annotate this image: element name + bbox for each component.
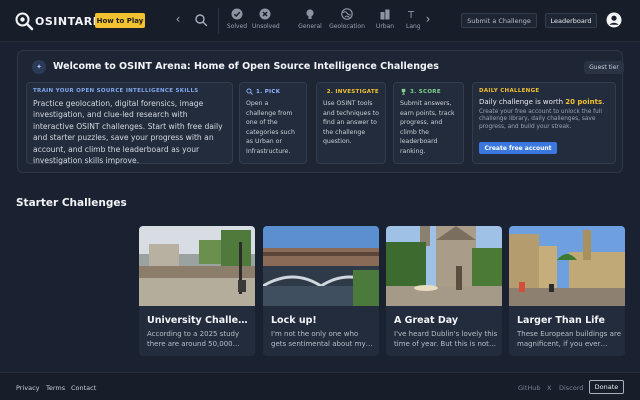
footer: Privacy Terms Contact GitHub X Discord D…: [0, 372, 640, 400]
welcome-title: Welcome to OSINT Arena: Home of Open Sou…: [53, 61, 439, 72]
buildings-icon: [380, 9, 390, 20]
x-link[interactable]: X: [547, 384, 551, 392]
step-body: Open a challenge from one of the categor…: [246, 100, 295, 155]
step-body: Submit answers, earn points, track progr…: [400, 100, 455, 155]
welcome-panel: ✦ Welcome to OSINT Arena: Home of Open S…: [17, 50, 624, 173]
step-heading: 3. SCORE: [400, 88, 457, 95]
step-heading-text: 1. PICK: [256, 88, 281, 95]
train-heading: TRAIN YOUR OPEN SOURCE INTELLIGENCE SKIL…: [33, 88, 199, 94]
step-heading-text: 3. SCORE: [410, 88, 441, 95]
challenge-title: Lock up!: [271, 315, 317, 326]
daily-points-text: Daily challenge is worth 20 points.: [479, 98, 605, 106]
trophy-icon: [401, 88, 406, 95]
challenge-card-university[interactable]: University Challenge According to a 2025…: [139, 226, 255, 356]
search-icon: [246, 88, 253, 95]
top-navigation: OSINTARENA How to Play ‹ Solved Unsolved…: [0, 0, 640, 42]
step-pick-card: 1. PICK Open a challenge from one of the…: [239, 82, 307, 164]
challenge-card-larger-than-life[interactable]: Larger Than Life These European building…: [509, 226, 625, 356]
submit-challenge-button[interactable]: Submit a Challenge: [461, 13, 537, 28]
check-circle-icon: [231, 8, 243, 20]
contact-link[interactable]: Contact: [71, 384, 96, 392]
challenge-description: These European buildings are magnificent…: [517, 330, 621, 348]
challenge-title: A Great Day: [394, 315, 459, 326]
step-score-card: 3. SCORE Submit answers, earn points, tr…: [393, 82, 464, 164]
step-heading: 2. INVESTIGATE: [323, 88, 379, 95]
filter-label: Urban: [375, 23, 395, 30]
daily-heading: DAILY CHALLENGE: [479, 88, 540, 94]
search-icon[interactable]: [194, 13, 208, 27]
guest-tier-badge: Guest tier: [584, 61, 624, 74]
train-card: TRAIN YOUR OPEN SOURCE INTELLIGENCE SKIL…: [26, 82, 233, 166]
challenge-description: I've heard Dublin's lovely this time of …: [394, 330, 498, 348]
step-heading: 1. PICK: [246, 88, 300, 95]
leaderboard-button[interactable]: Leaderboard: [545, 13, 597, 28]
starter-challenges-heading: Starter Challenges: [16, 197, 127, 209]
user-account-icon[interactable]: [606, 12, 622, 28]
challenge-thumbnail: [139, 226, 255, 306]
bulb-icon: [323, 91, 324, 92]
step-body: Use OSINT tools and techniques to find a…: [323, 100, 379, 145]
magnifier-logo-icon: [15, 12, 34, 31]
filter-label: Lang: [406, 23, 420, 30]
donate-button[interactable]: Donate: [589, 380, 624, 394]
filter-solved[interactable]: Solved: [226, 8, 248, 34]
bulb-icon: [306, 9, 314, 19]
discord-link[interactable]: Discord: [559, 384, 583, 392]
svg-text:T: T: [407, 10, 415, 20]
challenge-title: University Challenge: [147, 315, 251, 326]
challenge-thumbnail: [509, 226, 625, 306]
nav-divider: [218, 8, 219, 34]
filter-unsolved[interactable]: Unsolved: [252, 8, 280, 34]
step-heading-text: 2. INVESTIGATE: [326, 88, 379, 95]
filter-geolocation[interactable]: Geolocation: [328, 8, 366, 34]
step-investigate-card: 2. INVESTIGATE Use OSINT tools and techn…: [316, 82, 386, 164]
challenge-card-great-day[interactable]: A Great Day I've heard Dublin's lovely t…: [386, 226, 502, 356]
challenge-description: According to a 2025 study there are arou…: [147, 330, 240, 348]
privacy-link[interactable]: Privacy: [16, 384, 40, 392]
scroll-left-arrow[interactable]: ‹: [173, 12, 183, 26]
challenge-card-lock-up[interactable]: Lock up! I'm not the only one who gets s…: [263, 226, 379, 356]
train-body: Practice geolocation, digital forensics,…: [33, 99, 223, 166]
filter-label: Unsolved: [252, 23, 280, 30]
challenge-title: Larger Than Life: [517, 315, 605, 326]
daily-points-value: 20 points: [565, 98, 603, 106]
filter-urban[interactable]: Urban: [374, 8, 396, 34]
challenge-description: I'm not the only one who gets sentimenta…: [271, 330, 366, 348]
filter-label: Solved: [226, 23, 248, 30]
github-link[interactable]: GitHub: [518, 384, 541, 392]
create-free-account-button[interactable]: Create free account: [479, 142, 557, 154]
daily-challenge-card: DAILY CHALLENGE Daily challenge is worth…: [472, 82, 616, 164]
filter-language[interactable]: T Lang: [406, 8, 420, 34]
filter-label: General: [298, 23, 322, 30]
scroll-right-arrow[interactable]: ›: [423, 12, 433, 26]
challenge-thumbnail: [386, 226, 502, 306]
globe-icon: [341, 8, 353, 20]
challenge-thumbnail: [263, 226, 379, 306]
language-icon: T: [407, 10, 415, 20]
filter-label: Geolocation: [329, 23, 365, 30]
terms-link[interactable]: Terms: [46, 384, 65, 392]
daily-body: Create your free account to unlock the f…: [479, 109, 603, 130]
sparkle-icon: ✦: [32, 60, 46, 74]
how-to-play-button[interactable]: How to Play: [95, 13, 145, 28]
filter-general[interactable]: General: [297, 8, 323, 34]
x-circle-icon: [259, 8, 271, 20]
